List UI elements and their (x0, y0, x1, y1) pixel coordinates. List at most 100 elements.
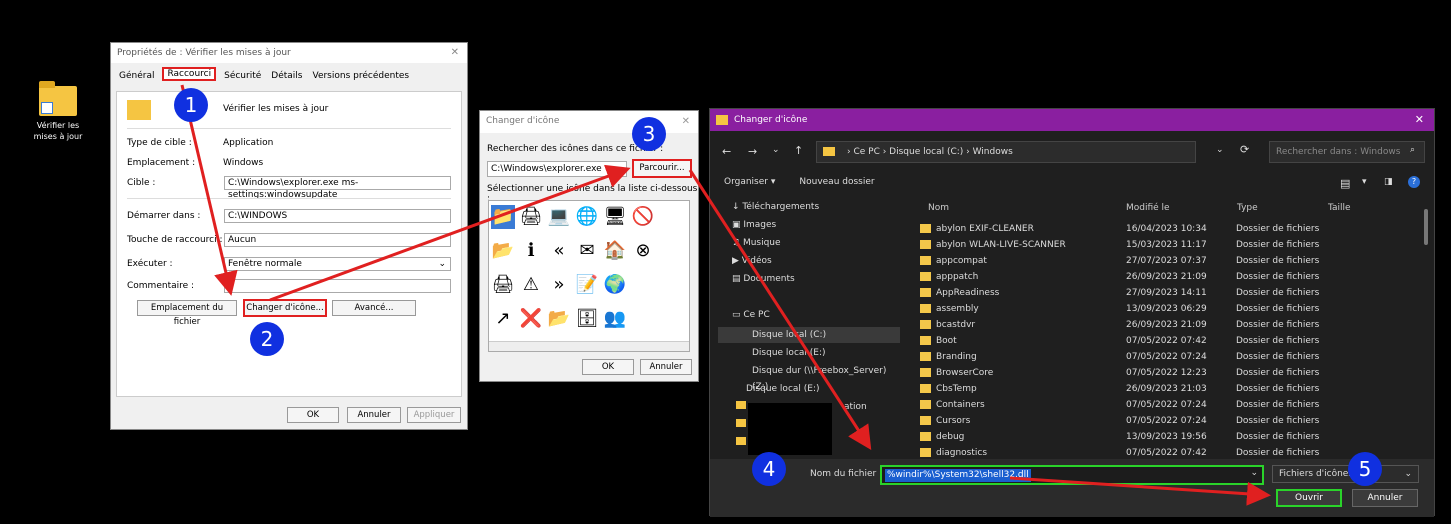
table-row[interactable]: Boot 07/05/2022 07:42 Dossier de fichiers (920, 333, 1410, 349)
sidebar-item-music[interactable]: ♫ Musique (732, 235, 781, 251)
desktop-shortcut[interactable]: Vérifier les mises à jour (28, 81, 88, 142)
address-bar[interactable]: › Ce PC › Disque local (C:) › Windows (816, 141, 1196, 163)
mail-icon[interactable]: ✉ (575, 239, 599, 263)
sidebar-item-images[interactable]: ▣ Images (732, 217, 776, 233)
printer-icon[interactable]: 🖨 (519, 205, 543, 229)
cancel-button[interactable]: Annuler (1352, 489, 1418, 507)
ok-button[interactable]: OK (582, 359, 634, 375)
advanced-button[interactable]: Avancé... (332, 300, 416, 316)
tab-shortcut[interactable]: Raccourci (162, 67, 217, 81)
filename-input[interactable]: %windir%\System32\shell32.dll ⌄ (880, 465, 1264, 485)
start-in-input[interactable]: C:\WINDOWS (224, 209, 451, 223)
globe2-icon[interactable]: 🌍 (603, 273, 627, 297)
open-button[interactable]: Ouvrir (1276, 489, 1342, 507)
column-name[interactable]: Nom (928, 203, 949, 217)
view-icon[interactable]: ▤ (1340, 177, 1350, 190)
cancel-button[interactable]: Annuler (640, 359, 692, 375)
sidebar-item-partial[interactable]: ation (844, 399, 867, 415)
view-dropdown-icon[interactable]: ▾ (1362, 177, 1367, 187)
error-icon[interactable]: ❌ (519, 307, 543, 331)
tab-details[interactable]: Détails (269, 71, 304, 81)
table-row[interactable]: appcompat 27/07/2023 07:37 Dossier de fich… (920, 253, 1410, 269)
vertical-scrollbar[interactable] (1424, 209, 1428, 245)
computer-icon[interactable]: 💻 (547, 205, 571, 229)
column-size[interactable]: Taille (1328, 203, 1351, 217)
icon-file-input[interactable]: C:\Windows\explorer.exe (487, 161, 627, 177)
help-icon[interactable]: ? (1408, 176, 1420, 188)
close-icon[interactable]: ✕ (1415, 113, 1424, 126)
shortcut-key-input[interactable]: Aucun (224, 233, 451, 247)
folder-open-icon[interactable]: 📂 (547, 307, 571, 331)
globe-icon[interactable]: 🌐 (575, 205, 599, 229)
cancel-icon[interactable]: ⊗ (631, 239, 655, 263)
blocked-icon[interactable]: 🚫 (631, 205, 655, 229)
column-modified[interactable]: Modifié le (1126, 203, 1170, 217)
table-row[interactable]: BrowserCore 07/05/2022 12:23 Dossier de fi… (920, 365, 1410, 381)
table-row[interactable]: debug 13/09/2023 19:56 Dossier de fichiers (920, 429, 1410, 445)
info-icon[interactable]: ℹ (519, 239, 543, 263)
row-modified: 07/05/2022 07:24 (1126, 416, 1207, 426)
warning-icon[interactable]: ⚠ (519, 273, 543, 297)
back-icon[interactable]: « (547, 239, 571, 263)
organize-button[interactable]: Organiser ▾ (724, 177, 775, 187)
table-row[interactable]: Containers 07/05/2022 07:24 Dossier de fic… (920, 397, 1410, 413)
table-row[interactable]: Cursors 07/05/2022 07:24 Dossier de fichie… (920, 413, 1410, 429)
tab-previous-versions[interactable]: Versions précédentes (310, 71, 411, 81)
sidebar-item-drive-e2[interactable]: Disque local (E:) (746, 381, 820, 397)
address-dropdown-icon[interactable]: ⌄ (1216, 145, 1224, 155)
chevron-down-icon[interactable]: ⌄ (772, 145, 780, 155)
table-row[interactable]: abylon EXIF-CLEANER 16/04/2023 10:34 Dossi… (920, 221, 1410, 237)
horizontal-scrollbar[interactable] (489, 341, 689, 351)
new-folder-button[interactable]: Nouveau dossier (799, 177, 874, 187)
up-icon[interactable]: ↑ (794, 144, 803, 157)
folder-arrow-icon[interactable]: 📂 (491, 239, 515, 263)
monitor-icon[interactable]: 🖥 (603, 205, 627, 229)
row-type: Dossier de fichiers (1236, 416, 1320, 426)
comment-input[interactable] (224, 279, 451, 293)
icon-list[interactable]: 📁 🖨 💻 🌐 🖥 🚫 📂 ℹ « ✉ 🏠 ⊗ 🖨 ⚠ » 📝 🌍 ↗ ❌ 📂 … (488, 200, 690, 352)
target-input[interactable]: C:\Windows\explorer.exe ms-settings:wind… (224, 176, 451, 200)
table-row[interactable]: assembly 13/09/2023 06:29 Dossier de fichi… (920, 301, 1410, 317)
server-icon[interactable]: 🗄 (575, 307, 599, 331)
sidebar-item-this-pc[interactable]: ▭ Ce PC (732, 307, 770, 323)
table-row[interactable]: abylon WLAN-LIVE-SCANNER 15/03/2023 11:17… (920, 237, 1410, 253)
sidebar-item-drive-z[interactable]: Disque dur (\\Freebox_Server) (Z:) (752, 363, 900, 392)
document-icon[interactable]: 📝 (575, 273, 599, 297)
sidebar-item-drive-c[interactable]: Disque local (C:) (718, 327, 900, 343)
table-row[interactable]: AppReadiness 27/09/2023 14:11 Dossier de f… (920, 285, 1410, 301)
browse-button[interactable]: Parcourir... (632, 159, 692, 178)
search-input[interactable]: Rechercher dans : Windows (1269, 141, 1425, 163)
network-icon[interactable]: 🏠 (603, 239, 627, 263)
tab-security[interactable]: Sécurité (222, 71, 263, 81)
apply-button[interactable]: Appliquer (407, 407, 461, 423)
chevron-down-icon: ⌄ (1404, 469, 1412, 479)
users-icon[interactable]: 👥 (603, 307, 627, 331)
back-icon[interactable]: ← (722, 145, 731, 158)
forward-icon[interactable]: » (547, 273, 571, 297)
filetype-select[interactable]: Fichiers d'icônes ⌄ (1272, 465, 1419, 483)
column-type[interactable]: Type (1237, 203, 1258, 217)
run-select[interactable]: Fenêtre normale ⌄ (224, 257, 451, 271)
ok-button[interactable]: OK (287, 407, 339, 423)
tab-general[interactable]: Général (117, 71, 156, 81)
printer2-icon[interactable]: 🖨 (491, 273, 515, 297)
folder-icon[interactable]: 📁 (491, 205, 515, 229)
table-row[interactable]: CbsTemp 26/09/2023 21:03 Dossier de fichie… (920, 381, 1410, 397)
open-location-button[interactable]: Emplacement du fichier (137, 300, 237, 327)
close-icon[interactable]: ✕ (682, 116, 690, 127)
sidebar-item-downloads[interactable]: ↓ Téléchargements (732, 199, 819, 215)
sidebar-item-videos[interactable]: ▶ Vidéos (732, 253, 772, 269)
preview-pane-icon[interactable]: ◨ (1384, 177, 1393, 187)
shortcut-arrow-icon[interactable]: ↗ (491, 307, 515, 331)
refresh-icon[interactable]: ⟳ (1240, 143, 1249, 156)
table-row[interactable]: bcastdvr 26/09/2023 21:09 Dossier de fichi… (920, 317, 1410, 333)
sidebar-item-drive-e[interactable]: Disque local (E:) (752, 345, 826, 361)
table-row[interactable]: Branding 07/05/2022 07:24 Dossier de fichi… (920, 349, 1410, 365)
table-row[interactable]: apppatch 26/09/2023 21:09 Dossier de fichi… (920, 269, 1410, 285)
change-icon-button[interactable]: Changer d'icône... (243, 299, 327, 317)
chevron-down-icon[interactable]: ⌄ (1250, 468, 1258, 478)
close-icon[interactable]: ✕ (451, 47, 459, 58)
sidebar-item-documents[interactable]: ▤ Documents (732, 271, 795, 287)
cancel-button[interactable]: Annuler (347, 407, 401, 423)
forward-icon[interactable]: → (748, 145, 757, 158)
